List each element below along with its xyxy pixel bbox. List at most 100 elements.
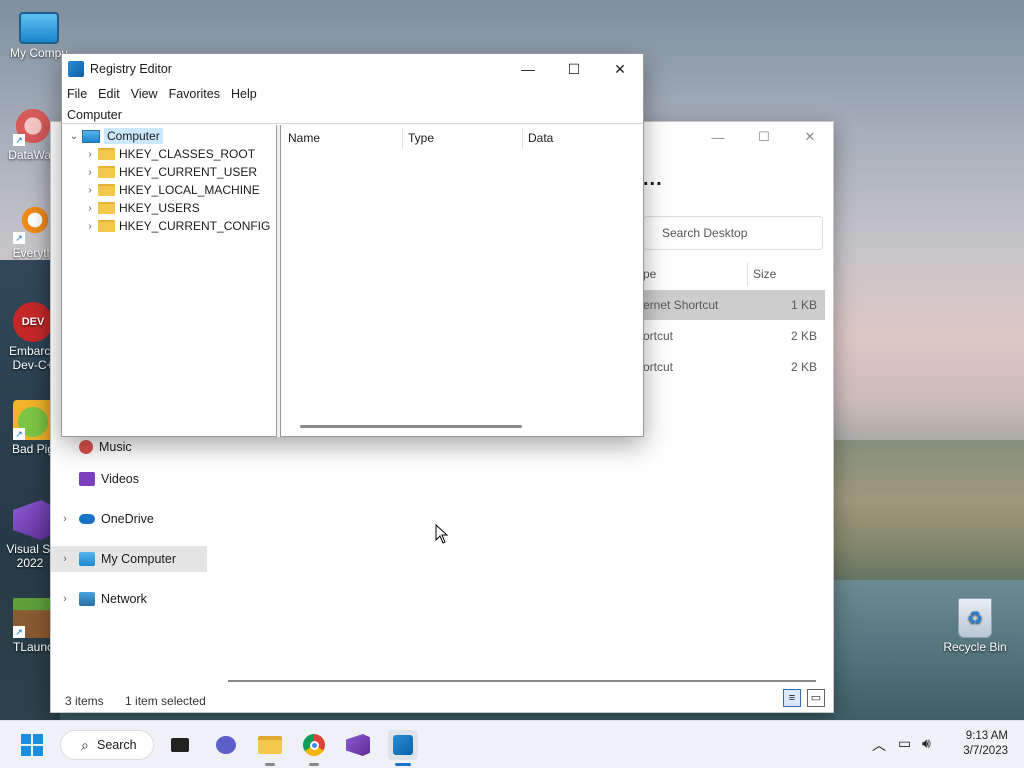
tree-node-hkey-classes-root[interactable]: › HKEY_CLASSES_ROOT xyxy=(82,145,255,163)
search-icon: ⌕ xyxy=(81,737,89,753)
shortcut-arrow-icon: ↗ xyxy=(13,232,25,244)
pane-splitter[interactable] xyxy=(277,125,281,437)
column-divider[interactable] xyxy=(747,262,748,286)
menu-favorites[interactable]: Favorites xyxy=(164,84,226,106)
network-icon[interactable]: ▭ xyxy=(898,735,911,752)
chevron-right-icon[interactable]: › xyxy=(82,185,98,196)
registry-editor-icon xyxy=(68,61,84,77)
menu-help[interactable]: Help xyxy=(226,84,263,106)
chevron-right-icon[interactable]: › xyxy=(51,513,79,525)
nav-label: OneDrive xyxy=(101,512,154,526)
bad-piggies-icon: ↗ xyxy=(13,400,53,440)
column-type[interactable]: pe xyxy=(643,267,656,281)
explorer-minimize-button[interactable]: — xyxy=(695,122,741,152)
tlauncher-icon: ↗ xyxy=(13,598,53,638)
column-divider[interactable] xyxy=(402,127,403,149)
tree-node-label: HKEY_CURRENT_CONFIG xyxy=(119,219,271,233)
column-divider[interactable] xyxy=(522,127,523,149)
active-indicator xyxy=(395,763,411,766)
devcpp-icon: DEV xyxy=(13,302,53,342)
details-view-icon[interactable]: ≡ xyxy=(783,689,801,707)
registry-maximize-button[interactable]: ☐ xyxy=(551,54,597,84)
network-icon xyxy=(79,592,95,606)
task-view-button[interactable] xyxy=(165,730,195,760)
tree-node-hkey-current-user[interactable]: › HKEY_CURRENT_USER xyxy=(82,163,257,181)
column-name[interactable]: Name xyxy=(288,131,320,145)
file-row[interactable]: ernet Shortcut 1 KB xyxy=(643,290,825,320)
running-indicator xyxy=(265,763,275,766)
running-indicator xyxy=(309,763,319,766)
file-row[interactable]: ortcut 2 KB xyxy=(643,321,825,351)
volume-icon[interactable]: 🔊︎ xyxy=(922,735,931,752)
nav-item-music[interactable]: Music xyxy=(51,434,207,460)
onedrive-icon xyxy=(79,514,95,524)
file-type: ernet Shortcut xyxy=(643,298,719,312)
taskbar-search-button[interactable]: ⌕ Search xyxy=(60,730,154,760)
nav-item-videos[interactable]: Videos xyxy=(51,466,207,492)
desktop-icon-recycle-bin[interactable]: ♻ Recycle Bin xyxy=(940,598,1010,654)
videos-icon xyxy=(79,472,95,486)
visual-studio-icon xyxy=(13,500,53,540)
folder-icon xyxy=(98,202,115,214)
visual-studio-taskbar-button[interactable] xyxy=(343,730,373,760)
tree-node-computer[interactable]: ⌄ Computer xyxy=(66,127,163,145)
registry-minimize-button[interactable]: — xyxy=(505,54,551,84)
registry-editor-taskbar-button[interactable] xyxy=(388,730,418,766)
chevron-right-icon[interactable]: › xyxy=(82,203,98,214)
file-explorer-taskbar-button[interactable] xyxy=(255,730,285,766)
column-data[interactable]: Data xyxy=(528,131,553,145)
explorer-search-input[interactable]: Search Desktop xyxy=(643,216,823,250)
explorer-status-bar: 3 items 1 item selected xyxy=(65,694,224,708)
teams-chat-button[interactable] xyxy=(211,730,241,760)
tree-node-label: HKEY_CLASSES_ROOT xyxy=(119,147,256,161)
chevron-up-icon[interactable]: ︿ xyxy=(872,735,886,755)
explorer-close-button[interactable]: ✕ xyxy=(787,122,833,152)
nav-label: My Computer xyxy=(101,552,177,566)
status-item-count: 3 items xyxy=(65,694,104,708)
chat-icon xyxy=(216,736,236,754)
monitor-icon xyxy=(19,12,59,44)
nav-item-onedrive[interactable]: › OneDrive xyxy=(51,506,207,532)
system-clock[interactable]: 9:13 AM 3/7/2023 xyxy=(963,729,1008,759)
menu-file[interactable]: File xyxy=(62,84,93,106)
start-button[interactable] xyxy=(17,730,47,760)
tree-node-hkey-local-machine[interactable]: › HKEY_LOCAL_MACHINE xyxy=(82,181,260,199)
visual-studio-icon xyxy=(346,734,370,756)
values-horizontal-scrollbar[interactable] xyxy=(300,425,522,428)
chevron-down-icon[interactable]: ⌄ xyxy=(66,131,82,142)
taskbar: ⌕ Search ︿ ▭ 🔊︎ 9:13 AM 3/7/2023 xyxy=(0,720,1024,768)
registry-address-bar[interactable]: Computer xyxy=(62,106,643,124)
computer-icon xyxy=(79,552,95,566)
explorer-maximize-button[interactable]: ☐ xyxy=(741,122,787,152)
tree-node-hkey-users[interactable]: › HKEY_USERS xyxy=(82,199,199,217)
nav-item-my-computer[interactable]: › My Computer xyxy=(51,546,207,572)
explorer-column-header: pe Size xyxy=(643,262,825,286)
registry-close-button[interactable]: ✕ xyxy=(597,54,643,84)
explorer-horizontal-scrollbar[interactable] xyxy=(228,680,816,682)
chevron-right-icon[interactable]: › xyxy=(51,553,79,565)
tree-node-hkey-current-config[interactable]: › HKEY_CURRENT_CONFIG xyxy=(82,217,270,235)
column-type[interactable]: Type xyxy=(408,131,434,145)
folder-icon xyxy=(258,736,282,754)
registry-editor-window[interactable]: Registry Editor — ☐ ✕ File Edit View Fav… xyxy=(61,53,644,437)
chevron-right-icon[interactable]: › xyxy=(82,221,98,232)
tiles-view-icon[interactable]: ▭ xyxy=(807,689,825,707)
datawagon-icon: ↗ xyxy=(13,106,53,146)
tree-node-label: HKEY_LOCAL_MACHINE xyxy=(119,183,260,197)
computer-icon xyxy=(82,129,100,143)
chrome-taskbar-button[interactable] xyxy=(299,730,329,766)
file-row[interactable]: ortcut 2 KB xyxy=(643,352,825,382)
folder-icon xyxy=(98,148,115,160)
registry-key-tree: ⌄ Computer › HKEY_CLASSES_ROOT › HKEY_CU… xyxy=(62,125,277,437)
column-size[interactable]: Size xyxy=(753,267,776,281)
nav-item-network[interactable]: › Network xyxy=(51,586,207,612)
menu-view[interactable]: View xyxy=(126,84,164,106)
chevron-right-icon[interactable]: › xyxy=(51,593,79,605)
menu-edit[interactable]: Edit xyxy=(93,84,126,106)
chevron-right-icon[interactable]: › xyxy=(82,167,98,178)
chevron-right-icon[interactable]: › xyxy=(82,149,98,160)
explorer-overflow-button[interactable]: ... xyxy=(643,168,663,191)
windows-logo-icon xyxy=(21,734,43,756)
shortcut-arrow-icon: ↗ xyxy=(13,626,25,638)
tree-node-label: HKEY_CURRENT_USER xyxy=(119,165,258,179)
